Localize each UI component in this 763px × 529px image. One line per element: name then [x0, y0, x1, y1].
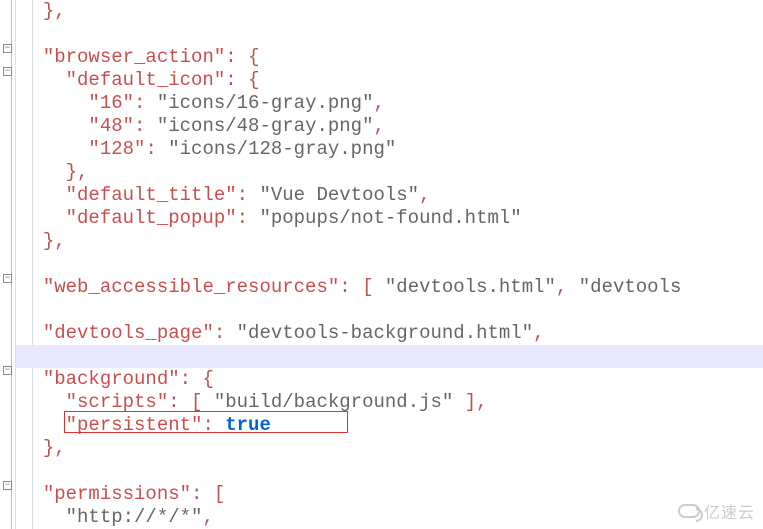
code-line[interactable] — [16, 253, 763, 276]
current-line[interactable] — [16, 345, 763, 368]
json-boolean: true — [225, 414, 271, 436]
brace-open: { — [248, 69, 259, 91]
watermark: 亿速云 — [678, 499, 755, 523]
fold-toggle-icon[interactable]: − — [3, 67, 12, 76]
code-line[interactable]: }, — [16, 161, 763, 184]
code-line[interactable] — [16, 460, 763, 483]
colon: : — [237, 207, 260, 229]
code-line[interactable]: "http://*/*", — [16, 506, 763, 529]
bracket-open: [ — [362, 276, 385, 298]
colon: : — [134, 92, 157, 114]
comma: , — [419, 184, 430, 206]
code-line[interactable] — [16, 299, 763, 322]
code-line[interactable]: "background": { — [16, 368, 763, 391]
json-string: "icons/128-gray.png" — [168, 138, 396, 160]
cloud-icon — [678, 504, 700, 518]
colon: : — [180, 368, 203, 390]
fold-toggle-icon[interactable]: − — [3, 481, 12, 490]
colon: : — [225, 46, 248, 68]
code-editor[interactable]: − − − − − }, "browser_action": { "defaul… — [0, 0, 763, 529]
json-string: "build/background.js" — [214, 391, 453, 413]
colon: : — [134, 115, 157, 137]
json-key: "default_icon" — [66, 69, 226, 91]
comma: , — [373, 92, 384, 114]
fold-guide-line — [11, 0, 12, 529]
colon: : — [191, 483, 214, 505]
code-line[interactable]: "persistent": true — [16, 414, 763, 437]
json-string: "http://*/*" — [66, 506, 203, 528]
code-line[interactable]: "browser_action": { — [16, 46, 763, 69]
code-line[interactable]: "scripts": [ "build/background.js" ], — [16, 391, 763, 414]
json-key: "persistent" — [66, 414, 203, 436]
code-line[interactable]: }, — [16, 230, 763, 253]
json-key: "permissions" — [43, 483, 191, 505]
json-string: "devtools — [579, 276, 682, 298]
colon: : — [214, 322, 237, 344]
code-line[interactable]: "web_accessible_resources": [ "devtools.… — [16, 276, 763, 299]
code-line[interactable] — [16, 23, 763, 46]
comma: , — [476, 391, 487, 413]
code-line[interactable]: "default_icon": { — [16, 69, 763, 92]
code-line[interactable]: "permissions": [ — [16, 483, 763, 506]
json-key: "default_title" — [66, 184, 237, 206]
json-string: "icons/48-gray.png" — [157, 115, 374, 137]
json-key: "web_accessible_resources" — [43, 276, 339, 298]
comma: , — [556, 276, 579, 298]
json-key: "devtools_page" — [43, 322, 214, 344]
json-key: "browser_action" — [43, 46, 225, 68]
json-string: "devtools-background.html" — [237, 322, 533, 344]
brace-open: { — [202, 368, 213, 390]
bracket-open: [ — [191, 391, 214, 413]
colon: : — [202, 414, 225, 436]
brace-open: { — [248, 46, 259, 68]
fold-gutter: − − − − − — [0, 0, 16, 529]
bracket-open: [ — [214, 483, 225, 505]
json-key: "default_popup" — [66, 207, 237, 229]
fold-toggle-icon[interactable]: − — [3, 44, 12, 53]
code-line[interactable]: "devtools_page": "devtools-background.ht… — [16, 322, 763, 345]
comma: , — [202, 506, 213, 528]
json-key: "128" — [88, 138, 145, 160]
comma: , — [533, 322, 544, 344]
bracket-close: ] — [453, 391, 476, 413]
brace-close: }, — [43, 437, 66, 459]
colon: : — [339, 276, 362, 298]
json-key: "scripts" — [66, 391, 169, 413]
colon: : — [145, 138, 168, 160]
json-string: "devtools.html" — [385, 276, 556, 298]
code-line[interactable]: "16": "icons/16-gray.png", — [16, 92, 763, 115]
code-line[interactable]: }, — [16, 0, 763, 23]
colon: : — [168, 391, 191, 413]
brace-close: }, — [43, 0, 66, 22]
code-area[interactable]: }, "browser_action": { "default_icon": {… — [16, 0, 763, 529]
brace-close: }, — [43, 230, 66, 252]
code-line[interactable]: }, — [16, 437, 763, 460]
json-key: "background" — [43, 368, 180, 390]
code-line[interactable]: "48": "icons/48-gray.png", — [16, 115, 763, 138]
fold-toggle-icon[interactable]: − — [3, 274, 12, 283]
colon: : — [225, 69, 248, 91]
json-string: "popups/not-found.html" — [259, 207, 521, 229]
comma: , — [373, 115, 384, 137]
json-string: "Vue Devtools" — [259, 184, 419, 206]
colon: : — [237, 184, 260, 206]
code-line[interactable]: "default_title": "Vue Devtools", — [16, 184, 763, 207]
fold-toggle-icon[interactable]: − — [3, 366, 12, 375]
json-key: "16" — [88, 92, 134, 114]
json-key: "48" — [88, 115, 134, 137]
brace-close: }, — [66, 161, 89, 183]
code-line[interactable]: "128": "icons/128-gray.png" — [16, 138, 763, 161]
watermark-text: 亿速云 — [704, 499, 755, 523]
code-line[interactable]: "default_popup": "popups/not-found.html" — [16, 207, 763, 230]
json-string: "icons/16-gray.png" — [157, 92, 374, 114]
